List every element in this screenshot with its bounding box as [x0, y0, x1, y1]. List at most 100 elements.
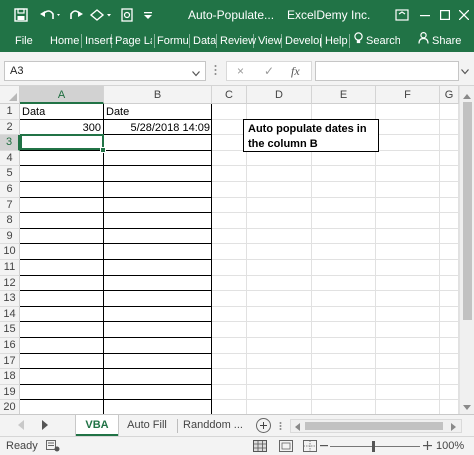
worksheet-grid[interactable]: A B C D E F G 1 2 3 4 5 6 7 8 9 10 11 12 13 14 15 16 17 1…: [0, 86, 474, 414]
close-icon[interactable]: [456, 0, 472, 30]
row-header-8[interactable]: 8: [0, 213, 20, 229]
tab-formulas[interactable]: Formul: [157, 30, 189, 52]
active-cell-selection[interactable]: [20, 134, 104, 150]
row-header-3[interactable]: 3: [0, 135, 20, 151]
print-preview-icon[interactable]: [118, 0, 136, 30]
share-button[interactable]: Share: [418, 30, 470, 52]
sheet-tab-randdom[interactable]: Randdom ...: [180, 415, 246, 436]
zoom-level[interactable]: 100%: [436, 440, 464, 452]
vertical-scroll-thumb[interactable]: [463, 102, 472, 320]
row-header-7[interactable]: 7: [0, 197, 20, 214]
minimize-icon[interactable]: [417, 0, 433, 30]
ribbon-divider: [81, 34, 82, 48]
cancel-icon[interactable]: ×: [237, 64, 244, 78]
row-header-16[interactable]: 16: [0, 338, 20, 354]
row-header-2[interactable]: 2: [0, 119, 20, 136]
row-header-14[interactable]: 14: [0, 306, 20, 323]
redo-icon[interactable]: [64, 0, 86, 30]
horizontal-scroll-thumb[interactable]: [305, 422, 443, 430]
tab-review[interactable]: Review: [220, 30, 256, 52]
column-header-a[interactable]: A: [20, 86, 104, 104]
qat-customize-icon[interactable]: [140, 0, 156, 30]
ribbon-divider: [281, 34, 282, 48]
scroll-right-icon[interactable]: [451, 422, 457, 434]
macro-record-icon[interactable]: [46, 440, 60, 455]
scroll-down-icon[interactable]: [463, 402, 471, 414]
tab-view[interactable]: View: [258, 30, 282, 52]
row-header-18[interactable]: 18: [0, 369, 20, 385]
cell-border-horizontal: [20, 305, 212, 307]
row-header-15[interactable]: 15: [0, 322, 20, 338]
ribbon-display-options-icon[interactable]: [392, 0, 412, 30]
save-icon[interactable]: [12, 0, 30, 30]
tab-help[interactable]: Help: [325, 30, 348, 52]
scroll-up-icon[interactable]: [463, 90, 471, 102]
restore-icon[interactable]: [437, 0, 453, 30]
normal-view-icon[interactable]: [253, 440, 267, 455]
cell-a1[interactable]: Data: [22, 106, 45, 118]
tab-scroll-grip-icon[interactable]: [279, 421, 282, 434]
zoom-out-icon[interactable]: [320, 439, 328, 454]
zoom-in-icon[interactable]: [423, 439, 432, 454]
row-header-13[interactable]: 13: [0, 291, 20, 307]
formula-input[interactable]: [315, 61, 459, 81]
page-break-view-icon[interactable]: [303, 440, 317, 455]
cell-b2[interactable]: 5/28/2018 14:09: [104, 122, 210, 134]
chevron-down-icon[interactable]: [192, 68, 200, 80]
zoom-slider-thumb[interactable]: [372, 441, 375, 452]
scroll-left-icon[interactable]: [294, 422, 300, 434]
tell-me-search[interactable]: Search: [354, 30, 400, 52]
formula-bar-grip-icon[interactable]: [214, 63, 217, 77]
expand-formula-bar-icon[interactable]: [461, 66, 469, 78]
row-header-19[interactable]: 19: [0, 384, 20, 401]
sheet-tab-auto-fill[interactable]: Auto Fill: [121, 415, 173, 436]
vertical-scrollbar[interactable]: [459, 86, 474, 414]
cell-a2[interactable]: 300: [20, 122, 101, 134]
row-header-20[interactable]: 20: [0, 400, 20, 414]
select-all-button[interactable]: [0, 86, 20, 104]
column-header-c[interactable]: C: [212, 86, 247, 104]
add-sheet-icon[interactable]: [256, 418, 271, 433]
column-header-e[interactable]: E: [312, 86, 376, 104]
enter-icon[interactable]: ✓: [264, 64, 274, 78]
undo-icon[interactable]: [38, 0, 62, 30]
cell-border-horizontal: [20, 118, 212, 120]
column-header-g[interactable]: G: [440, 86, 459, 104]
account-name[interactable]: ExcelDemy Inc.: [287, 8, 370, 22]
row-header-1[interactable]: 1: [0, 104, 20, 120]
next-sheet-icon[interactable]: [42, 420, 48, 433]
sheet-tab-vba[interactable]: VBA: [76, 415, 118, 436]
row-header-10[interactable]: 10: [0, 244, 20, 260]
cell-b1[interactable]: Date: [106, 106, 129, 118]
name-box[interactable]: A3: [4, 61, 206, 81]
row-header-17[interactable]: 17: [0, 353, 20, 370]
row-header-12[interactable]: 12: [0, 275, 20, 292]
note-text-box[interactable]: Auto populate dates in the column B: [243, 119, 379, 152]
row-header-4[interactable]: 4: [0, 150, 20, 167]
column-header-f[interactable]: F: [376, 86, 440, 104]
zoom-slider-track[interactable]: [330, 446, 420, 447]
tab-data[interactable]: Data: [193, 30, 216, 52]
fill-handle[interactable]: [100, 147, 106, 153]
insert-function-icon[interactable]: fx: [291, 64, 300, 79]
row-header-9[interactable]: 9: [0, 228, 20, 245]
cell-border-horizontal: [20, 399, 212, 401]
tab-page-layout[interactable]: Page La: [115, 30, 152, 52]
tab-home[interactable]: Home: [50, 30, 79, 52]
tab-divider: [177, 419, 178, 433]
horizontal-scrollbar[interactable]: [290, 419, 462, 433]
tab-insert[interactable]: Insert: [85, 30, 113, 52]
page-layout-view-icon[interactable]: [279, 440, 293, 455]
previous-sheet-icon[interactable]: [18, 420, 24, 433]
tab-developer[interactable]: Develop: [285, 30, 321, 52]
row-header-11[interactable]: 11: [0, 260, 20, 276]
tab-file[interactable]: File: [15, 30, 33, 52]
ribbon-divider: [154, 34, 155, 48]
ribbon-divider: [349, 34, 350, 48]
touch-mode-icon[interactable]: [88, 0, 116, 30]
column-header-b[interactable]: B: [104, 86, 212, 104]
row-header-6[interactable]: 6: [0, 182, 20, 198]
row-header-5[interactable]: 5: [0, 166, 20, 182]
column-header-d[interactable]: D: [247, 86, 312, 104]
ribbon-divider: [321, 34, 322, 48]
